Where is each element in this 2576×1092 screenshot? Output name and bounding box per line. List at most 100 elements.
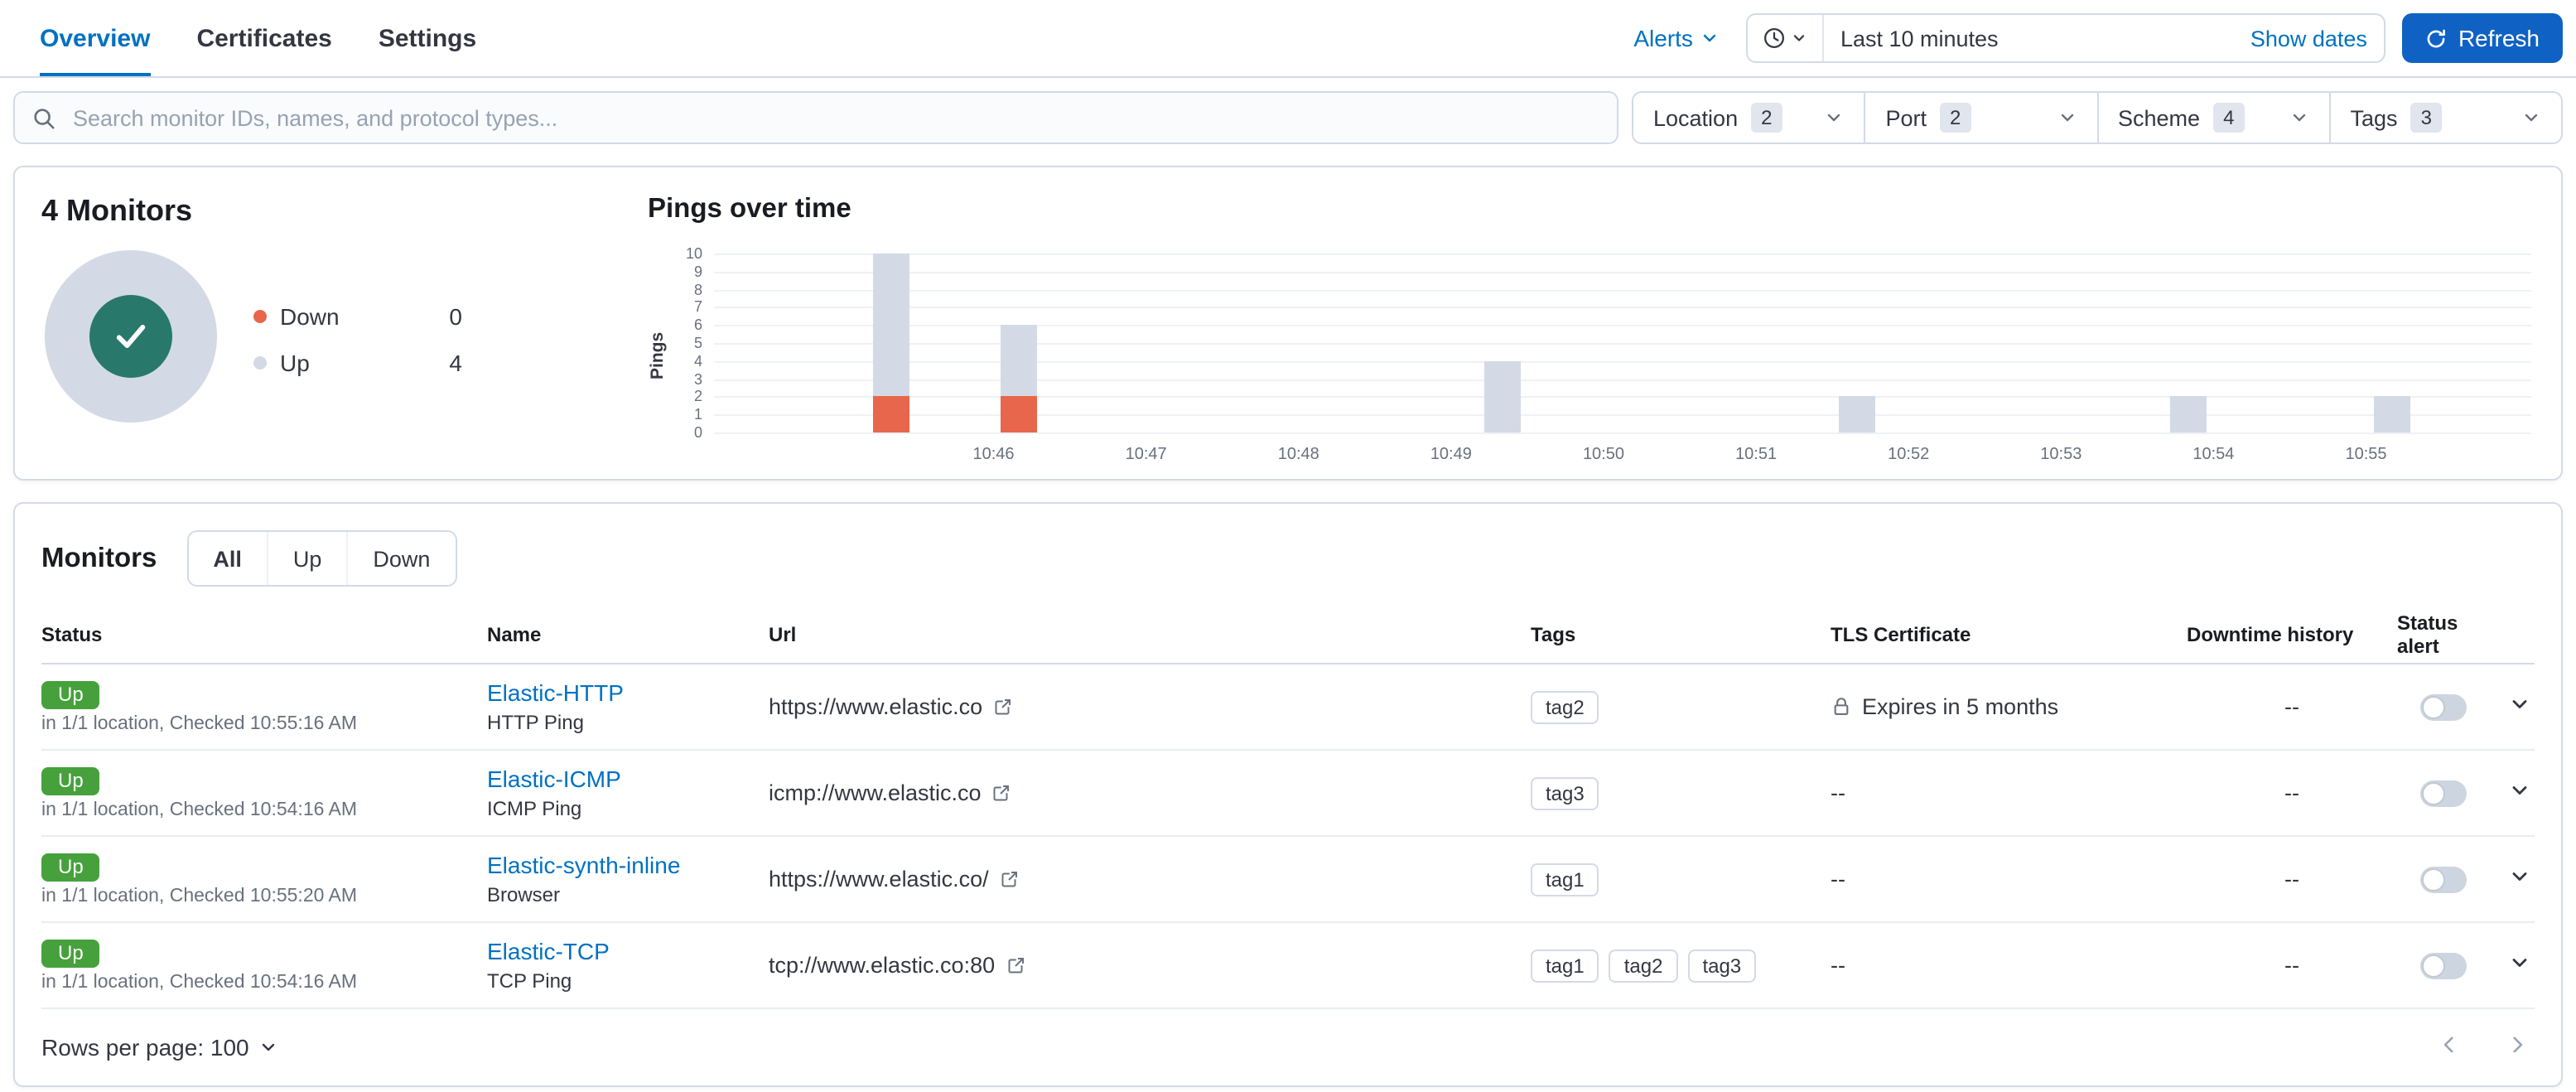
super-date-picker: Last 10 minutes Show dates: [1745, 13, 2385, 63]
gridline: [714, 289, 2531, 292]
bar-down-segment: [873, 396, 910, 432]
alerts-dropdown[interactable]: Alerts: [1623, 25, 1729, 51]
tags-cell: tag2: [1531, 690, 1831, 723]
status-badge: Up: [41, 680, 100, 708]
tag-badge[interactable]: tag1: [1531, 949, 1599, 982]
search-icon: [34, 108, 55, 128]
legend-down: Down 0: [253, 303, 462, 330]
tls-status: --: [1831, 953, 1845, 978]
monitors-filter-down[interactable]: Down: [346, 532, 456, 585]
monitor-url[interactable]: https://www.elastic.co/: [769, 867, 989, 891]
monitor-url[interactable]: tcp://www.elastic.co:80: [769, 953, 995, 978]
rows-per-page-button[interactable]: Rows per page: 100: [41, 1034, 279, 1061]
bar-up-segment: [2373, 396, 2410, 432]
x-tick-label: 10:47: [1125, 446, 1167, 464]
refresh-button[interactable]: Refresh: [2401, 13, 2563, 63]
column-header-status-alert: Status alert: [2397, 611, 2458, 658]
status-badge: Up: [41, 853, 100, 881]
y-tick-label: 0: [693, 424, 702, 441]
filter-count-badge: 3: [2410, 103, 2442, 133]
monitor-type: ICMP Ping: [487, 797, 582, 820]
x-tick-label: 10:55: [2345, 446, 2387, 464]
status-alert-toggle[interactable]: [2420, 952, 2467, 978]
rows-per-page-label: Rows per page: 100: [41, 1034, 249, 1061]
tag-badge[interactable]: tag2: [1609, 949, 1678, 982]
monitor-type: Browser: [487, 883, 561, 906]
refresh-icon: [2427, 28, 2445, 47]
filter-location[interactable]: Location 2: [1633, 93, 1864, 143]
tag-badge[interactable]: tag1: [1531, 862, 1599, 896]
monitors-table-body: Up in 1/1 location, Checked 10:55:16 AM …: [41, 664, 2535, 1009]
x-tick-label: 10:51: [1735, 446, 1778, 464]
column-header-downtime-history: Downtime history: [2187, 623, 2354, 646]
tag-badge[interactable]: tag3: [1531, 776, 1599, 809]
status-alert-toggle[interactable]: [2420, 780, 2467, 806]
monitor-name-link[interactable]: Elastic-ICMP: [487, 766, 621, 792]
search-box: [13, 91, 1618, 144]
downtime-history: --: [2284, 953, 2299, 978]
monitor-name-link[interactable]: Elastic-TCP: [487, 938, 610, 964]
tls-status: --: [1831, 780, 1845, 805]
external-link-icon: [1007, 957, 1024, 973]
column-header-name: Name: [487, 623, 542, 646]
monitor-name-link[interactable]: Elastic-HTTP: [487, 679, 624, 706]
y-tick-label: 8: [693, 281, 702, 298]
filter-label: Location: [1653, 105, 1739, 130]
next-page-button[interactable]: [2506, 1034, 2528, 1061]
status-badge: Up: [41, 766, 100, 795]
pings-bar: [1839, 396, 1876, 432]
filter-port[interactable]: Port 2: [1864, 93, 2097, 143]
show-dates-link[interactable]: Show dates: [2234, 26, 2384, 51]
x-tick-label: 10:53: [2040, 446, 2082, 464]
bar-up-segment: [1483, 360, 1521, 432]
monitors-filter-all[interactable]: All: [188, 532, 267, 585]
expand-row-button[interactable]: [2508, 865, 2531, 893]
expand-row-button[interactable]: [2508, 693, 2531, 721]
monitors-count-title: 4 Monitors: [41, 194, 193, 227]
legend-up: Up 4: [253, 350, 462, 376]
legend-dot-icon: [253, 310, 267, 323]
gridline: [714, 432, 2531, 434]
chevron-down-icon: [2512, 959, 2527, 967]
previous-page-button[interactable]: [2439, 1034, 2460, 1061]
pings-bar: [1483, 360, 1521, 432]
filter-scheme[interactable]: Scheme 4: [2096, 93, 2329, 143]
tab-settings[interactable]: Settings: [379, 0, 476, 76]
status-alert-toggle[interactable]: [2420, 693, 2467, 720]
pings-bar: [2169, 396, 2207, 432]
toggle-knob: [2422, 954, 2445, 977]
monitor-name-link[interactable]: Elastic-synth-inline: [487, 852, 680, 878]
chevron-down-icon: [263, 1043, 275, 1051]
pings-chart: Pings over time Pings 0 1 2 3 4 5 6 7 8 9 10 10:46 1…: [605, 194, 2535, 464]
date-range-value[interactable]: Last 10 minutes: [1824, 26, 2234, 51]
table-row: Up in 1/1 location, Checked 10:55:16 AM …: [41, 664, 2535, 751]
status-donut-chart: [45, 250, 217, 423]
y-tick-label: 3: [693, 370, 702, 388]
search-input[interactable]: [70, 104, 1600, 132]
chevron-down-icon: [1703, 34, 1716, 42]
y-tick-label: 10: [685, 245, 702, 262]
filter-count-badge: 4: [2213, 103, 2245, 133]
tag-badge[interactable]: tag2: [1531, 690, 1599, 723]
downtime-history: --: [2284, 867, 2299, 891]
tag-badge[interactable]: tag3: [1687, 949, 1757, 982]
tab-certificates[interactable]: Certificates: [196, 0, 331, 76]
gridline: [714, 271, 2531, 273]
tab-overview[interactable]: Overview: [40, 0, 150, 76]
summary-panel: 4 Monitors Down 0 Up 4 Pings over time Ping…: [13, 166, 2563, 481]
expand-row-button[interactable]: [2508, 951, 2531, 979]
monitors-filter-up[interactable]: Up: [266, 532, 347, 585]
filter-tags[interactable]: Tags 3: [2328, 93, 2562, 143]
all-up-indicator: [89, 295, 172, 378]
toggle-knob: [2422, 867, 2445, 891]
table-row: Up in 1/1 location, Checked 10:55:20 AM …: [41, 837, 2535, 923]
monitor-type: HTTP Ping: [487, 711, 584, 734]
quick-select-button[interactable]: [1748, 15, 1824, 61]
status-detail: in 1/1 location, Checked 10:55:16 AM: [41, 713, 358, 733]
status-alert-toggle[interactable]: [2420, 866, 2467, 892]
monitor-url[interactable]: https://www.elastic.co: [769, 694, 982, 719]
x-tick-label: 10:54: [2192, 446, 2235, 464]
monitor-url[interactable]: icmp://www.elastic.co: [769, 780, 982, 805]
expand-row-button[interactable]: [2508, 779, 2531, 807]
pings-bar: [873, 254, 910, 432]
